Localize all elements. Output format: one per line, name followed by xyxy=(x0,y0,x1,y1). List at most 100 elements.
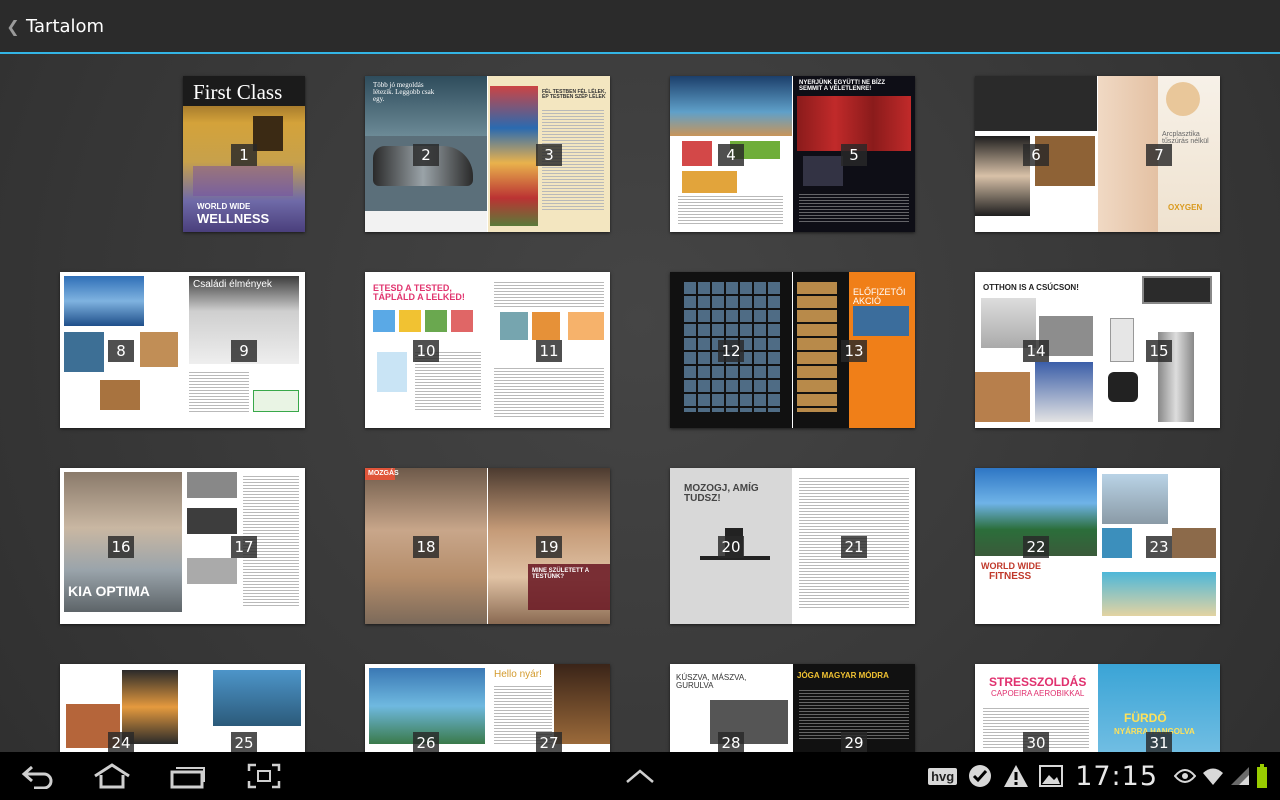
spread-thumbnail[interactable]: MOZGÁS 18 MINE SZÜLETETT A TESTÜNK? 19 xyxy=(365,468,610,624)
page-number: 2 xyxy=(413,144,439,166)
page-thumbnail[interactable]: NYERJÜNK EGYÜTT! NE BÍZZ SEMMIT A VÉLETL… xyxy=(793,76,915,232)
spread-thumbnail[interactable]: OTTHON IS A CSÚCSON! 14 15 xyxy=(975,272,1220,428)
promo-headline: ELŐFIZETŐI AKCIÓ xyxy=(853,287,906,306)
spread-thumbnail[interactable]: Több jó megoldás létezik. Leggobb csak e… xyxy=(365,76,610,232)
article-headline: ETESD A TESTED, TÁPLÁLD A LELKED! xyxy=(373,283,465,302)
page-number: 11 xyxy=(536,340,562,362)
system-navigation-bar: hvg 17:15 xyxy=(0,752,1280,800)
page-number: 30 xyxy=(1023,732,1049,752)
page-thumbnail[interactable]: KÚSZVA, MÁSZVA, GURULVA 28 xyxy=(670,664,792,752)
page-thumbnail[interactable]: 11 xyxy=(488,272,610,428)
chevron-left-icon: ❮ xyxy=(6,16,20,36)
spread-thumbnail[interactable]: 8 Családi élmények 9 xyxy=(60,272,305,428)
spread-thumbnail[interactable]: KÚSZVA, MÁSZVA, GURULVA 28 JÓGA MAGYAR M… xyxy=(670,664,915,752)
page-thumbnail[interactable]: ETESD A TESTED, TÁPLÁLD A LELKED! 10 xyxy=(365,272,487,428)
article-headline: WORLD WIDE xyxy=(981,561,1041,571)
app-notification[interactable]: hvg xyxy=(928,767,958,785)
spread-thumbnail[interactable]: MOZOGJ, AMÍG TUDSZ! 20 21 xyxy=(670,468,915,624)
ad-headline: Több jó megoldás létezik. Leggobb csak e… xyxy=(373,81,435,103)
page-thumbnail[interactable]: First Class WORLD WIDE WELLNESS 1 xyxy=(183,76,305,232)
spread-thumbnail[interactable]: 6 Arcplasztika tűszúrás nélkül OXYGEN 7 xyxy=(975,76,1220,232)
article-headline: MOZOGJ, AMÍG TUDSZ! xyxy=(684,483,759,504)
page-thumbnail[interactable]: Több jó megoldás létezik. Leggobb csak e… xyxy=(365,76,487,232)
home-button[interactable] xyxy=(82,752,142,800)
spread-thumbnail[interactable]: ETESD A TESTED, TÁPLÁLD A LELKED! 10 11 xyxy=(365,272,610,428)
status-area: hvg 17:15 xyxy=(918,752,1280,800)
page-thumbnail[interactable]: WORLD WIDE FITNESS 22 xyxy=(975,468,1097,624)
article-subtitle: CAPOEIRA AEROBIKKAL xyxy=(991,689,1085,698)
page-thumbnail[interactable]: MOZOGJ, AMÍG TUDSZ! 20 xyxy=(670,468,792,624)
page-number: 29 xyxy=(841,732,867,752)
page-number: 31 xyxy=(1146,732,1172,752)
back-button[interactable] xyxy=(8,752,68,800)
page-thumbnail[interactable]: Arcplasztika tűszúrás nélkül OXYGEN 7 xyxy=(1098,76,1220,232)
page-thumbnail[interactable]: Hello nyár! 27 xyxy=(488,664,610,752)
page-thumbnail[interactable]: JÓGA MAGYAR MÓDRA 29 xyxy=(793,664,915,752)
page-number: 18 xyxy=(413,536,439,558)
cover-tag: WORLD WIDE xyxy=(197,202,251,211)
battery-icon xyxy=(1256,764,1268,788)
page-number: 8 xyxy=(108,340,134,362)
screenshot-button[interactable] xyxy=(234,752,294,800)
page-thumbnail[interactable]: 26 xyxy=(365,664,487,752)
page-thumbnail[interactable]: FÜRDŐ NYÁRRA HANGOLVA 31 xyxy=(1098,664,1220,752)
page-thumbnail[interactable]: 21 xyxy=(793,468,915,624)
page-number: 17 xyxy=(231,536,257,558)
page-number: 27 xyxy=(536,732,562,752)
page-number: 15 xyxy=(1146,340,1172,362)
signal-icon xyxy=(1230,766,1250,786)
article-headline: Arcplasztika tűszúrás nélkül xyxy=(1162,131,1209,145)
page-number: 24 xyxy=(108,732,134,752)
cover-title: First Class xyxy=(193,80,283,104)
page-number: 19 xyxy=(536,536,562,558)
recent-apps-button[interactable] xyxy=(158,752,218,800)
page-thumbnail[interactable]: MINE SZÜLETETT A TESTÜNK? 19 xyxy=(488,468,610,624)
page-number: 14 xyxy=(1023,340,1049,362)
page-thumbnail[interactable]: KIA OPTIMA 16 xyxy=(60,468,182,624)
article-headline: JÓGA MAGYAR MÓDRA xyxy=(797,671,889,680)
page-thumbnail[interactable]: MOZGÁS 18 xyxy=(365,468,487,624)
page-number: 1 xyxy=(231,144,257,166)
spread-thumbnail[interactable]: WORLD WIDE FITNESS 22 23 xyxy=(975,468,1220,624)
article-headline: MINE SZÜLETETT A TESTÜNK? xyxy=(532,568,589,580)
page-thumbnail[interactable]: FÉL TESTBEN FÉL LÉLEK, ÉP TESTBEN SZÉP L… xyxy=(488,76,610,232)
page-thumbnail[interactable]: OTTHON IS A CSÚCSON! 14 xyxy=(975,272,1097,428)
page-number: 22 xyxy=(1023,536,1049,558)
page-thumbnail[interactable]: 15 xyxy=(1098,272,1220,428)
spread-thumbnail[interactable]: First Class WORLD WIDE WELLNESS 1 xyxy=(183,76,305,232)
page-thumbnail[interactable]: 23 xyxy=(1098,468,1220,624)
cover-subtitle: WELLNESS xyxy=(197,211,270,226)
spread-thumbnail[interactable]: 4 NYERJÜNK EGYÜTT! NE BÍZZ SEMMIT A VÉLE… xyxy=(670,76,915,232)
page-thumbnail[interactable]: 8 xyxy=(60,272,182,428)
page-thumbnail[interactable]: 12 xyxy=(670,272,792,428)
spread-thumbnail[interactable]: STRESSZOLDÁS CAPOEIRA AEROBIKKAL 30 FÜRD… xyxy=(975,664,1220,752)
page-number: 13 xyxy=(841,340,867,362)
page-number: 20 xyxy=(718,536,744,558)
page-thumbnail[interactable]: 6 xyxy=(975,76,1097,232)
warning-icon xyxy=(1003,764,1029,788)
page-thumbnail[interactable]: Családi élmények 9 xyxy=(183,272,305,428)
page-number: 3 xyxy=(536,144,562,166)
page-thumbnail[interactable]: 24 xyxy=(60,664,182,752)
spread-thumbnail[interactable]: 24 25 xyxy=(60,664,305,752)
page-number: 6 xyxy=(1023,144,1049,166)
page-title: Tartalom xyxy=(26,15,105,37)
hvg-badge: hvg xyxy=(931,768,955,784)
action-bar: ❮ Tartalom xyxy=(0,0,1280,54)
page-thumbnail[interactable]: 25 xyxy=(183,664,305,752)
page-thumbnail[interactable]: STRESSZOLDÁS CAPOEIRA AEROBIKKAL 30 xyxy=(975,664,1097,752)
article-subtitle: FITNESS xyxy=(989,571,1032,582)
up-navigation-button[interactable]: ❮ Tartalom xyxy=(0,0,108,53)
thumbnail-grid[interactable]: First Class WORLD WIDE WELLNESS 1 Több j… xyxy=(0,56,1280,752)
page-number: 28 xyxy=(718,732,744,752)
quick-panel-button[interactable] xyxy=(610,752,670,800)
spread-thumbnail[interactable]: 26 Hello nyár! 27 xyxy=(365,664,610,752)
spread-thumbnail[interactable]: 12 ELŐFIZETŐI AKCIÓ 13 xyxy=(670,272,915,428)
chevron-up-icon xyxy=(626,769,654,783)
image-icon xyxy=(1039,765,1064,787)
page-thumbnail[interactable]: 4 xyxy=(670,76,792,232)
spread-thumbnail[interactable]: KIA OPTIMA 16 17 xyxy=(60,468,305,624)
page-thumbnail[interactable]: 17 xyxy=(183,468,305,624)
page-thumbnail[interactable]: ELŐFIZETŐI AKCIÓ 13 xyxy=(793,272,915,428)
eye-icon xyxy=(1174,768,1196,784)
